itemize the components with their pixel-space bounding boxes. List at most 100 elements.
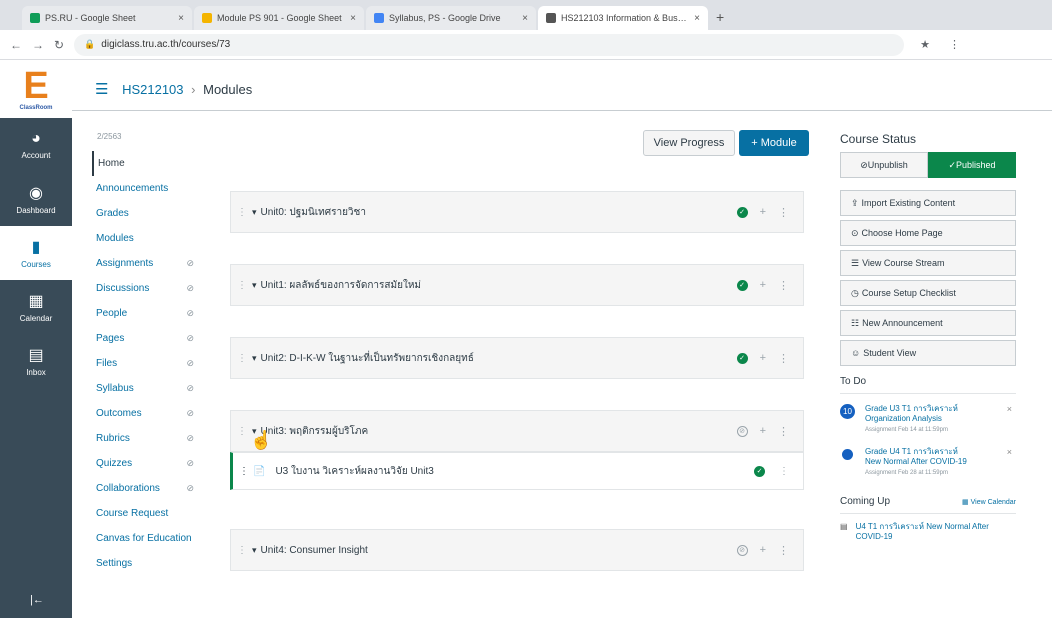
drag-handle-icon[interactable]: ⋮ bbox=[239, 466, 249, 477]
course-nav-files[interactable]: Files ⊘ bbox=[92, 351, 202, 376]
new-tab-icon[interactable]: + bbox=[716, 9, 724, 25]
course-nav-grades[interactable]: Grades bbox=[92, 201, 202, 226]
course-nav-pages[interactable]: Pages ⊘ bbox=[92, 326, 202, 351]
course-nav-people[interactable]: People ⊘ bbox=[92, 301, 202, 326]
add-module-button[interactable]: + Module bbox=[739, 130, 809, 156]
course-nav-quizzes[interactable]: Quizzes ⊘ bbox=[92, 451, 202, 476]
institution-logo[interactable]: E ClassRoom bbox=[0, 60, 72, 118]
add-item-icon[interactable]: + bbox=[760, 206, 766, 218]
global-nav-inbox[interactable]: ▤ Inbox bbox=[0, 334, 72, 388]
course-nav-discussions[interactable]: Discussions ⊘ bbox=[92, 276, 202, 301]
sidebar-button-choose-home-page[interactable]: ⊙ Choose Home Page bbox=[840, 220, 1016, 246]
add-item-icon[interactable]: + bbox=[760, 544, 766, 556]
tab-close-icon[interactable]: × bbox=[522, 13, 528, 24]
drag-handle-icon[interactable]: ⋮ bbox=[237, 280, 247, 291]
course-nav-outcomes[interactable]: Outcomes ⊘ bbox=[92, 401, 202, 426]
course-nav-rubrics[interactable]: Rubrics ⊘ bbox=[92, 426, 202, 451]
kebab-menu-icon[interactable]: ⋮ bbox=[778, 425, 789, 438]
course-nav-assignments[interactable]: Assignments ⊘ bbox=[92, 251, 202, 276]
module-header[interactable]: ⋮ ▾ Unit4: Consumer Insight ⊘ + ⋮ bbox=[230, 529, 804, 571]
sidebar-button-view-course-stream[interactable]: ☰ View Course Stream bbox=[840, 250, 1016, 276]
view-calendar-link[interactable]: ▦ View Calendar bbox=[962, 498, 1016, 506]
module-item-title[interactable]: U3 ใบงาน วิเคราะห์ผลงานวิจัย Unit3 bbox=[275, 464, 754, 479]
course-nav-course-request[interactable]: Course Request bbox=[92, 501, 202, 526]
back-icon[interactable]: ← bbox=[10, 38, 22, 52]
course-nav-announcements[interactable]: Announcements bbox=[92, 176, 202, 201]
dismiss-icon[interactable]: × bbox=[1007, 447, 1012, 457]
breadcrumb-course-link[interactable]: HS212103 bbox=[122, 82, 183, 97]
module-title[interactable]: Unit4: Consumer Insight bbox=[261, 545, 737, 556]
sidebar-button-course-setup-checklist[interactable]: ◷ Course Setup Checklist bbox=[840, 280, 1016, 306]
view-progress-button[interactable]: View Progress bbox=[643, 130, 735, 156]
add-item-icon[interactable]: + bbox=[760, 279, 766, 291]
browser-tab[interactable]: HS212103 Information & Bussiness × bbox=[538, 6, 708, 30]
module-title[interactable]: Unit0: ปฐมนิเทศรายวิชา bbox=[261, 205, 737, 220]
global-nav-dashboard[interactable]: ◉ Dashboard bbox=[0, 172, 72, 226]
global-nav-calendar[interactable]: ▦ Calendar bbox=[0, 280, 72, 334]
collapse-nav-icon[interactable]: |← bbox=[30, 594, 44, 606]
course-nav-collaborations[interactable]: Collaborations ⊘ bbox=[92, 476, 202, 501]
browser-tab[interactable]: Module PS 901 - Google Sheet × bbox=[194, 6, 364, 30]
add-item-icon[interactable]: + bbox=[760, 352, 766, 364]
browser-tab[interactable]: Syllabus, PS - Google Drive × bbox=[366, 6, 536, 30]
drag-handle-icon[interactable]: ⋮ bbox=[237, 207, 247, 218]
published-icon[interactable]: ✓ bbox=[736, 206, 748, 218]
module-title[interactable]: Unit3: พฤติกรรมผู้บริโภค bbox=[261, 424, 737, 439]
kebab-menu-icon[interactable]: ⋮ bbox=[778, 206, 789, 219]
sidebar-button-import-existing-content[interactable]: ⇪ Import Existing Content bbox=[840, 190, 1016, 216]
drag-handle-icon[interactable]: ⋮ bbox=[237, 353, 247, 364]
global-nav-courses[interactable]: ▮ Courses bbox=[0, 226, 72, 280]
module-header[interactable]: ⋮ ▾ Unit2: D-I-K-W ในฐานะที่เป็นทรัพยากรเช… bbox=[230, 337, 804, 379]
course-nav-syllabus[interactable]: Syllabus ⊘ bbox=[92, 376, 202, 401]
hamburger-menu-icon[interactable]: ☰ bbox=[95, 80, 108, 98]
unpublish-button[interactable]: ⊘ Unpublish bbox=[840, 152, 928, 178]
todo-text[interactable]: Grade U3 T1 การวิเคราะห์ Organization An… bbox=[865, 404, 975, 424]
todo-item[interactable]: Grade U4 T1 การวิเคราะห์ New Normal Afte… bbox=[840, 447, 1016, 476]
module-header[interactable]: ⋮ ▾ Unit3: พฤติกรรมผู้บริโภค ⊘ + ⋮ bbox=[230, 410, 804, 452]
extension-icons[interactable]: ★ ⋮ bbox=[920, 38, 968, 51]
sidebar-button-student-view[interactable]: ☺ Student View bbox=[840, 340, 1016, 366]
collapse-caret-icon[interactable]: ▾ bbox=[252, 545, 257, 556]
kebab-menu-icon[interactable]: ⋮ bbox=[778, 544, 789, 557]
todo-item[interactable]: 10 Grade U3 T1 การวิเคราะห์ Organization … bbox=[840, 404, 1016, 433]
course-nav-canvas-for-education[interactable]: Canvas for Education bbox=[92, 526, 202, 551]
course-nav-home[interactable]: Home bbox=[92, 151, 202, 176]
reload-icon[interactable]: ↻ bbox=[54, 38, 64, 52]
browser-tab[interactable]: PS.RU - Google Sheet × bbox=[22, 6, 192, 30]
collapse-caret-icon[interactable]: ▾ bbox=[252, 280, 257, 291]
module-header[interactable]: ⋮ ▾ Unit1: ผลลัพธ์ของการจัดการสมัยใหม่ ✓ + ⋮ bbox=[230, 264, 804, 306]
collapse-caret-icon[interactable]: ▾ bbox=[252, 353, 257, 364]
coming-up-item[interactable]: ▤ U4 T1 การวิเคราะห์ New Normal After CO… bbox=[840, 522, 1016, 542]
tab-close-icon[interactable]: × bbox=[350, 13, 356, 24]
module-item[interactable]: ⋮ 📄 U3 ใบงาน วิเคราะห์ผลงานวิจัย Unit3 ✓… bbox=[230, 452, 804, 490]
tab-close-icon[interactable]: × bbox=[178, 13, 184, 24]
browser-tab-strip: PS.RU - Google Sheet × Module PS 901 - Goo… bbox=[0, 0, 1052, 30]
sidebar-button-new-announcement[interactable]: ☷ New Announcement bbox=[840, 310, 1016, 336]
tab-close-icon[interactable]: × bbox=[694, 13, 700, 24]
unpublished-icon[interactable]: ⊘ bbox=[736, 544, 748, 556]
dismiss-icon[interactable]: × bbox=[1007, 404, 1012, 414]
module-header[interactable]: ⋮ ▾ Unit0: ปฐมนิเทศรายวิชา ✓ + ⋮ bbox=[230, 191, 804, 233]
course-nav-settings[interactable]: Settings bbox=[92, 551, 202, 576]
breadcrumb-separator: › bbox=[191, 82, 196, 97]
published-icon[interactable]: ✓ bbox=[754, 465, 765, 477]
kebab-menu-icon[interactable]: ⋮ bbox=[779, 466, 789, 477]
forward-icon[interactable]: → bbox=[32, 38, 44, 52]
module-title[interactable]: Unit1: ผลลัพธ์ของการจัดการสมัยใหม่ bbox=[261, 278, 737, 293]
url-input[interactable]: 🔒 digiclass.tru.ac.th/courses/73 bbox=[74, 33, 905, 56]
todo-text[interactable]: Grade U4 T1 การวิเคราะห์ New Normal Afte… bbox=[865, 447, 975, 467]
unpublished-icon[interactable]: ⊘ bbox=[736, 425, 748, 437]
course-nav-modules[interactable]: Modules bbox=[92, 226, 202, 251]
add-item-icon[interactable]: + bbox=[760, 425, 766, 437]
published-icon[interactable]: ✓ bbox=[736, 279, 748, 291]
collapse-caret-icon[interactable]: ▾ bbox=[252, 207, 257, 218]
module-title[interactable]: Unit2: D-I-K-W ในฐานะที่เป็นทรัพยากรเชิง… bbox=[261, 351, 737, 366]
drag-handle-icon[interactable]: ⋮ bbox=[237, 545, 247, 556]
coming-up-item-title[interactable]: U4 T1 การวิเคราะห์ New Normal After COVI… bbox=[856, 522, 1016, 542]
drag-handle-icon[interactable]: ⋮ bbox=[237, 426, 247, 437]
kebab-menu-icon[interactable]: ⋮ bbox=[778, 352, 789, 365]
published-icon[interactable]: ✓ bbox=[736, 352, 748, 364]
kebab-menu-icon[interactable]: ⋮ bbox=[778, 279, 789, 292]
global-nav-account[interactable]: ◕ Account bbox=[0, 118, 72, 172]
published-button[interactable]: ✓ Published bbox=[928, 152, 1016, 178]
